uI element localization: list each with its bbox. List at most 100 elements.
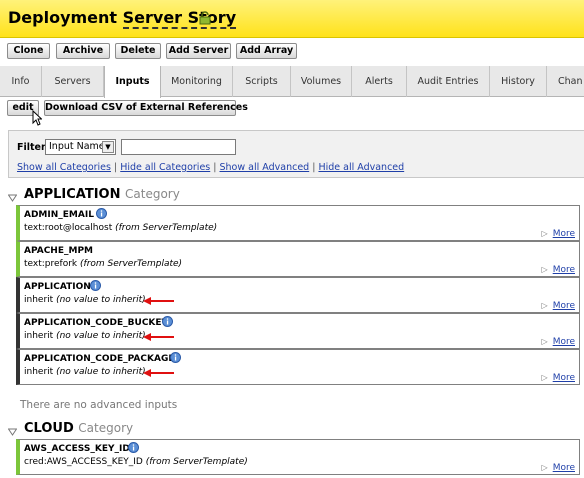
more-link[interactable]: More <box>553 265 575 275</box>
red-arrow-annotation-icon <box>143 333 175 344</box>
triangle-right-icon: ▷ <box>541 265 548 274</box>
input-name: APPLICATION_CODE_PACKAGE <box>24 354 175 364</box>
category-title: APPLICATION Category <box>24 187 180 202</box>
tab-changes[interactable]: Chan <box>547 66 584 97</box>
more-link[interactable]: More <box>553 229 575 239</box>
tab-bar: Info Servers Inputs Monitoring Scripts V… <box>0 66 584 98</box>
tab-alerts[interactable]: Alerts <box>352 66 407 97</box>
triangle-down-icon[interactable] <box>7 191 18 206</box>
advanced-inputs-note: There are no advanced inputs <box>20 399 178 411</box>
mouse-pointer-icon <box>32 109 43 129</box>
page-header: Deployment Server Story <box>0 0 584 38</box>
more-link[interactable]: More <box>553 301 575 311</box>
triangle-right-icon: ▷ <box>541 301 548 310</box>
category-title: CLOUD Category <box>24 421 133 436</box>
input-source: (from ServerTemplate) <box>145 457 248 467</box>
more-toggle[interactable]: ▷ More <box>542 229 575 239</box>
link-separator: | <box>110 162 121 173</box>
tab-monitoring[interactable]: Monitoring <box>161 66 233 97</box>
red-arrow-annotation-icon <box>143 369 175 380</box>
info-icon[interactable] <box>128 442 139 456</box>
input-name: APPLICATION_CODE_BUCKET <box>24 318 168 328</box>
info-icon[interactable] <box>170 352 181 366</box>
hide-all-advanced-link[interactable]: Hide all Advanced <box>318 162 404 173</box>
input-row-admin-email: ADMIN_EMAIL text:root@localhost (from Se… <box>16 205 580 241</box>
filter-label: Filter <box>17 142 46 153</box>
triangle-right-icon: ▷ <box>541 337 548 346</box>
category-suffix: Category <box>78 421 134 435</box>
input-row-application-code-bucket: APPLICATION_CODE_BUCKET inherit (no valu… <box>16 313 580 349</box>
tab-scripts[interactable]: Scripts <box>233 66 291 97</box>
tab-info[interactable]: Info <box>0 66 42 97</box>
more-link[interactable]: More <box>553 337 575 347</box>
input-value: text:root@localhost (from ServerTemplate… <box>24 223 217 233</box>
info-icon[interactable] <box>162 316 173 330</box>
filter-input[interactable] <box>121 139 236 155</box>
title-prefix: Deployment <box>8 8 123 27</box>
input-row-application-code-package: APPLICATION_CODE_PACKAGE inherit (no val… <box>16 349 580 385</box>
input-value: inherit (no value to inherit) <box>24 331 146 341</box>
download-csv-button[interactable]: Download CSV of External References <box>44 100 248 116</box>
info-icon[interactable] <box>90 280 101 294</box>
lock-icon[interactable] <box>198 11 212 28</box>
show-all-categories-link[interactable]: Show all Categories <box>17 162 111 173</box>
input-value-text: inherit <box>24 367 54 377</box>
more-link[interactable]: More <box>553 463 575 473</box>
input-name: AWS_ACCESS_KEY_ID <box>24 444 130 454</box>
input-source: (no value to inherit) <box>56 295 146 305</box>
filter-field-select[interactable]: Input Name ▼ <box>45 139 116 155</box>
input-value: inherit (no value to inherit) <box>24 367 146 377</box>
deployment-name[interactable]: Server Story <box>122 8 237 29</box>
delete-button[interactable]: Delete <box>115 43 161 59</box>
input-name: APPLICATION <box>24 282 91 292</box>
triangle-right-icon: ▷ <box>541 463 548 472</box>
red-arrow-annotation-icon <box>143 297 175 308</box>
input-row-application: APPLICATION inherit (no value to inherit… <box>16 277 580 313</box>
more-toggle[interactable]: ▷ More <box>542 337 575 347</box>
link-separator: | <box>210 162 220 173</box>
category-name: CLOUD <box>24 421 74 436</box>
tab-volumes[interactable]: Volumes <box>291 66 352 97</box>
triangle-right-icon: ▷ <box>541 373 548 382</box>
input-source: (from ServerTemplate) <box>115 223 218 233</box>
input-value-text: text:prefork <box>24 259 78 269</box>
archive-button[interactable]: Archive <box>56 43 110 59</box>
input-value-text: inherit <box>24 331 54 341</box>
input-row-apache-mpm: APACHE_MPM text:prefork (from ServerTemp… <box>16 241 580 277</box>
category-suffix: Category <box>125 187 180 201</box>
input-row-aws-access-key-id: AWS_ACCESS_KEY_ID cred:AWS_ACCESS_KEY_ID… <box>16 439 580 475</box>
filter-field-selected: Input Name <box>49 141 105 152</box>
more-toggle[interactable]: ▷ More <box>542 463 575 473</box>
category-name: APPLICATION <box>24 187 121 202</box>
input-value-text: cred:AWS_ACCESS_KEY_ID <box>24 457 143 467</box>
input-name: APACHE_MPM <box>24 246 93 256</box>
show-all-advanced-link[interactable]: Show all Advanced <box>220 162 310 173</box>
input-source: (no value to inherit) <box>56 367 146 377</box>
input-source: (no value to inherit) <box>56 331 146 341</box>
hide-all-categories-link[interactable]: Hide all Categories <box>120 162 210 173</box>
input-value-text: inherit <box>24 295 54 305</box>
info-icon[interactable] <box>96 208 107 222</box>
input-value: inherit (no value to inherit) <box>24 295 146 305</box>
tab-inputs[interactable]: Inputs <box>104 66 161 98</box>
clone-button[interactable]: Clone <box>7 43 50 59</box>
more-toggle[interactable]: ▷ More <box>542 265 575 275</box>
input-name: ADMIN_EMAIL <box>24 210 94 220</box>
category-toggle-links: Show all Categories | Hide all Categorie… <box>17 162 404 173</box>
tab-audit-entries[interactable]: Audit Entries <box>407 66 490 97</box>
add-array-button[interactable]: Add Array <box>236 43 297 59</box>
more-link[interactable]: More <box>553 373 575 383</box>
more-toggle[interactable]: ▷ More <box>542 301 575 311</box>
filter-panel: Filter Input Name ▼ Show all Categories … <box>8 130 584 178</box>
more-toggle[interactable]: ▷ More <box>542 373 575 383</box>
input-value: cred:AWS_ACCESS_KEY_ID (from ServerTempl… <box>24 457 248 467</box>
input-value: text:prefork (from ServerTemplate) <box>24 259 182 269</box>
add-server-button[interactable]: Add Server <box>166 43 231 59</box>
input-source: (from ServerTemplate) <box>80 259 183 269</box>
chevron-down-icon: ▼ <box>102 141 114 153</box>
tab-history[interactable]: History <box>490 66 547 97</box>
triangle-down-icon[interactable] <box>7 425 18 440</box>
tab-servers[interactable]: Servers <box>42 66 104 97</box>
triangle-right-icon: ▷ <box>541 229 548 238</box>
input-value-text: text:root@localhost <box>24 223 113 233</box>
